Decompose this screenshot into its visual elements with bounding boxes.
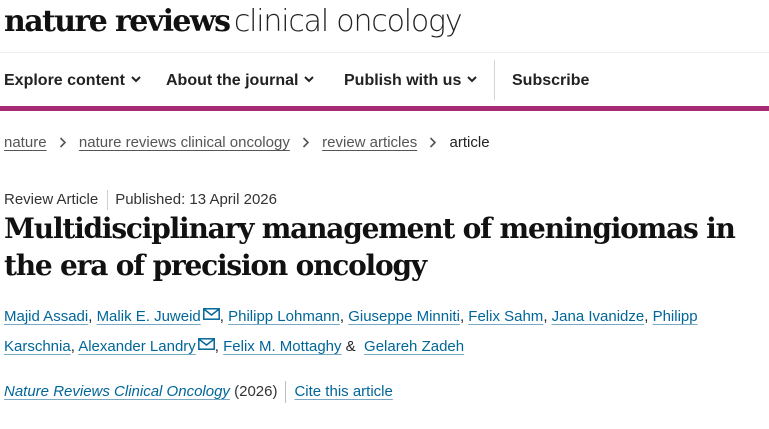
accent-bar — [0, 106, 769, 111]
nav-label: Subscribe — [512, 72, 590, 89]
mail-icon[interactable] — [197, 338, 215, 350]
chevron-down-icon — [304, 76, 315, 83]
author-list: Majid Assadi, Malik E. Juweid, Philipp L… — [4, 302, 764, 362]
author-separator: & — [341, 338, 360, 355]
nav-explore-content[interactable]: Explore content — [4, 72, 141, 90]
header-divider — [0, 52, 769, 53]
brand-name-light: clinical oncology — [233, 4, 463, 39]
author-link[interactable]: Felix M. Mottaghy — [223, 338, 341, 355]
author-separator: , — [644, 308, 653, 325]
author-link[interactable]: Jana Ivanidze — [552, 308, 645, 325]
citation-divider — [285, 381, 287, 403]
nav-label: Explore content — [4, 72, 125, 89]
author-link[interactable]: Gelareh Zadeh — [364, 338, 464, 355]
breadcrumb: nature nature reviews clinical oncology … — [4, 134, 490, 152]
author-separator: , — [214, 338, 224, 355]
mail-icon[interactable] — [202, 308, 220, 320]
author-separator: , — [339, 308, 349, 325]
chevron-down-icon — [131, 76, 141, 83]
chevron-right-icon — [294, 135, 318, 152]
author-link[interactable]: Felix Sahm — [468, 308, 543, 325]
nav-publish-with-us[interactable]: Publish with us — [344, 72, 478, 90]
article-type: Review Article — [4, 190, 99, 208]
chevron-right-icon — [421, 135, 445, 152]
chevron-right-icon — [51, 135, 75, 152]
nav-label: Publish with us — [344, 72, 462, 89]
site-logo[interactable]: nature reviews clinical oncology — [4, 4, 463, 44]
publication-year: (2026) — [234, 382, 278, 400]
breadcrumb-review-articles[interactable]: review articles — [322, 134, 417, 151]
journal-citation: Nature Reviews Clinical Oncology (2026) C… — [4, 381, 393, 403]
author-separator: , — [88, 308, 97, 325]
cite-this-article-link[interactable]: Cite this article — [294, 383, 392, 400]
nav-subscribe[interactable]: Subscribe — [512, 72, 589, 90]
main-nav: Explore content About the journal Publis… — [0, 60, 769, 106]
nav-label: About the journal — [166, 72, 299, 89]
published-date: Published: 13 April 2026 — [115, 190, 277, 208]
author-link[interactable]: Malik E. Juweid — [97, 308, 201, 325]
brand-name-bold: nature reviews — [4, 4, 231, 39]
author-link[interactable]: Giuseppe Minniti — [348, 308, 460, 325]
breadcrumb-journal[interactable]: nature reviews clinical oncology — [79, 134, 290, 151]
author-link[interactable]: Alexander Landry — [78, 338, 196, 355]
author-link[interactable]: Majid Assadi — [4, 308, 88, 325]
journal-link[interactable]: Nature Reviews Clinical Oncology — [4, 383, 230, 400]
nav-divider — [494, 60, 495, 100]
author-separator: , — [543, 308, 552, 325]
nav-about-the-journal[interactable]: About the journal — [166, 72, 315, 90]
author-separator: , — [219, 308, 229, 325]
article-meta: Review Article Published: 13 April 2026 — [4, 190, 277, 210]
breadcrumb-current: article — [449, 134, 490, 151]
article-title: Multidisciplinary management of meningio… — [4, 212, 736, 282]
chevron-down-icon — [467, 76, 478, 83]
meta-divider — [107, 190, 109, 210]
author-link[interactable]: Philipp Lohmann — [228, 308, 340, 325]
breadcrumb-nature[interactable]: nature — [4, 134, 47, 151]
